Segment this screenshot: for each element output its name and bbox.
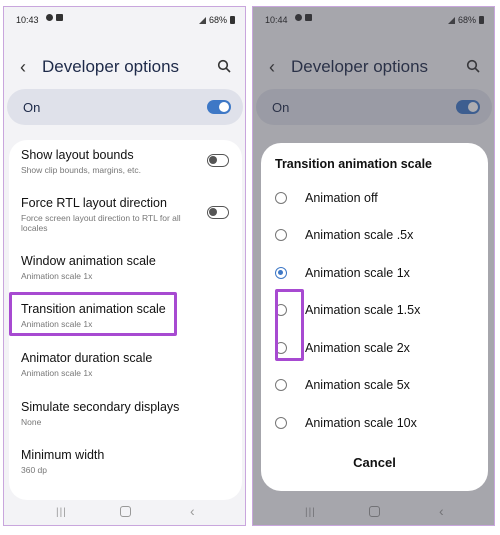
radio-button[interactable] bbox=[275, 379, 287, 391]
master-switch-label: On bbox=[23, 100, 41, 115]
search-icon[interactable] bbox=[217, 59, 231, 73]
setting-title: Force RTL layout direction bbox=[21, 196, 167, 210]
option-label: Animation off bbox=[305, 191, 378, 205]
option-label: Animation scale 2x bbox=[305, 341, 410, 355]
phone-screen-right: 10:44 68% ‹ Developer options On ||| ‹ T… bbox=[252, 6, 495, 526]
gallery-icon bbox=[56, 14, 63, 21]
status-time: 10:43 bbox=[16, 15, 39, 25]
message-icon bbox=[46, 14, 53, 21]
setting-simulate-secondary-displays[interactable]: Simulate secondary displays None bbox=[21, 400, 233, 427]
radio-button[interactable] bbox=[275, 229, 287, 241]
setting-subtitle: Show clip bounds, margins, etc. bbox=[21, 165, 142, 175]
highlight-box bbox=[9, 292, 177, 336]
master-toggle[interactable] bbox=[207, 100, 231, 114]
title-bar: ‹ Developer options bbox=[4, 53, 245, 81]
setting-animator-duration-scale[interactable]: Animator duration scale Animation scale … bbox=[21, 351, 233, 378]
setting-subtitle: Animation scale 1x bbox=[21, 368, 93, 378]
highlight-box bbox=[275, 289, 304, 361]
page-title: Developer options bbox=[42, 57, 180, 76]
option-scale-10x[interactable]: Animation scale 10x bbox=[261, 408, 488, 438]
option-scale-0-5x[interactable]: Animation scale .5x bbox=[261, 220, 488, 250]
recents-icon[interactable]: ||| bbox=[56, 507, 67, 518]
option-scale-1x[interactable]: Animation scale 1x bbox=[261, 258, 488, 288]
nav-bar: ||| ‹ bbox=[4, 499, 245, 525]
dialog-title: Transition animation scale bbox=[275, 157, 432, 171]
option-label: Animation scale 10x bbox=[305, 416, 417, 430]
home-icon[interactable] bbox=[120, 506, 131, 517]
force-rtl-toggle[interactable] bbox=[207, 206, 229, 219]
back-arrow-icon[interactable]: ‹ bbox=[20, 57, 26, 78]
option-label: Animation scale .5x bbox=[305, 228, 414, 242]
option-label: Animation scale 1.5x bbox=[305, 303, 421, 317]
signal-icon bbox=[198, 16, 206, 24]
option-scale-5x[interactable]: Animation scale 5x bbox=[261, 370, 488, 400]
show-layout-bounds-toggle[interactable] bbox=[207, 154, 229, 167]
setting-title: Show layout bounds bbox=[21, 148, 134, 162]
setting-subtitle: 360 dp bbox=[21, 465, 47, 475]
setting-subtitle: None bbox=[21, 417, 42, 427]
setting-title: Minimum width bbox=[21, 448, 105, 462]
setting-title: Animator duration scale bbox=[21, 351, 153, 365]
cancel-button[interactable]: Cancel bbox=[261, 455, 488, 470]
option-label: Animation scale 5x bbox=[305, 378, 410, 392]
option-animation-off[interactable]: Animation off bbox=[261, 183, 488, 213]
radio-button[interactable] bbox=[275, 417, 287, 429]
setting-window-animation-scale[interactable]: Window animation scale Animation scale 1… bbox=[21, 254, 233, 281]
phone-screen-left: 10:43 68% ‹ Developer options On Show la… bbox=[3, 6, 246, 526]
transition-scale-dialog: Transition animation scale Animation off… bbox=[261, 143, 488, 491]
setting-subtitle: Animation scale 1x bbox=[21, 271, 93, 281]
setting-force-rtl[interactable]: Force RTL layout direction Force screen … bbox=[21, 196, 233, 233]
setting-subtitle: Force screen layout direction to RTL for… bbox=[21, 213, 181, 233]
setting-title: Window animation scale bbox=[21, 254, 156, 268]
nav-back-icon[interactable]: ‹ bbox=[190, 503, 195, 519]
option-label: Animation scale 1x bbox=[305, 266, 410, 280]
radio-button[interactable] bbox=[275, 192, 287, 204]
setting-show-layout-bounds[interactable]: Show layout bounds Show clip bounds, mar… bbox=[21, 148, 233, 175]
radio-button-selected[interactable] bbox=[275, 267, 287, 279]
setting-title: Simulate secondary displays bbox=[21, 400, 180, 414]
master-switch-bar[interactable]: On bbox=[7, 89, 243, 125]
status-bar: 10:43 68% bbox=[4, 7, 245, 33]
setting-minimum-width[interactable]: Minimum width 360 dp bbox=[21, 448, 233, 475]
battery-percent: 68% bbox=[208, 15, 227, 25]
battery-icon bbox=[230, 16, 235, 24]
